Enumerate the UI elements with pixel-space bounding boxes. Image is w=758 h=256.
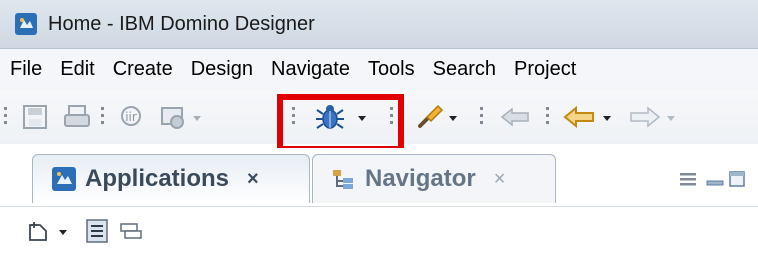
tab-applications-label: Applications xyxy=(85,165,230,192)
save-icon[interactable] xyxy=(18,100,52,134)
menu-file[interactable]: File xyxy=(10,58,42,81)
menu-design[interactable]: Design xyxy=(191,58,253,81)
view-tab-row: Applications × Navigator × xyxy=(0,148,758,206)
domino-designer-app-icon xyxy=(15,13,37,35)
tab-navigator-label: Navigator xyxy=(365,165,476,192)
view-menu-icon[interactable] xyxy=(678,170,698,188)
chevron-down-icon[interactable] xyxy=(600,100,614,134)
applications-icon xyxy=(52,167,76,191)
properties-icon[interactable]: iir xyxy=(114,100,148,134)
chevron-down-icon[interactable] xyxy=(664,100,678,134)
close-icon[interactable]: × xyxy=(247,168,259,191)
toolbar-grip[interactable] xyxy=(4,107,8,129)
menu-search[interactable]: Search xyxy=(433,58,496,81)
brush-icon[interactable] xyxy=(410,100,446,134)
chevron-down-icon[interactable] xyxy=(190,100,204,134)
window-title: Home - IBM Domino Designer xyxy=(48,12,315,35)
menu-navigate[interactable]: Navigate xyxy=(271,58,350,81)
toolbar-grip[interactable] xyxy=(546,107,550,129)
chevron-down-icon[interactable] xyxy=(56,219,70,243)
toolbar-grip[interactable] xyxy=(480,107,484,129)
back-link-icon[interactable] xyxy=(496,100,536,134)
menu-edit[interactable]: Edit xyxy=(60,58,94,81)
highlight-box xyxy=(277,94,404,152)
svg-text:iir: iir xyxy=(125,110,137,124)
menu-create[interactable]: Create xyxy=(113,58,173,81)
panel-controls xyxy=(678,170,746,188)
menu-project[interactable]: Project xyxy=(514,58,576,81)
toggle-list-view-icon[interactable] xyxy=(84,217,110,245)
menu-bar: File Edit Create Design Navigate Tools S… xyxy=(0,49,758,90)
tab-applications[interactable]: Applications × xyxy=(32,154,310,203)
chevron-down-icon[interactable] xyxy=(446,100,460,134)
back-arrow-icon[interactable] xyxy=(560,100,600,134)
maximize-icon[interactable] xyxy=(728,170,746,188)
minimize-icon[interactable] xyxy=(704,170,726,188)
navigator-icon xyxy=(333,170,353,189)
toolbar-grip[interactable] xyxy=(101,107,105,129)
screen-capture-icon[interactable] xyxy=(156,100,190,134)
view-toolbar xyxy=(0,206,758,256)
close-icon[interactable]: × xyxy=(494,168,506,191)
tab-navigator[interactable]: Navigator × xyxy=(312,154,556,203)
new-application-icon[interactable] xyxy=(26,219,50,243)
title-bar: Home - IBM Domino Designer xyxy=(0,0,758,49)
working-sets-icon[interactable] xyxy=(118,219,144,243)
menu-tools[interactable]: Tools xyxy=(368,58,415,81)
forward-arrow-icon[interactable] xyxy=(624,100,664,134)
print-icon[interactable] xyxy=(60,100,94,134)
